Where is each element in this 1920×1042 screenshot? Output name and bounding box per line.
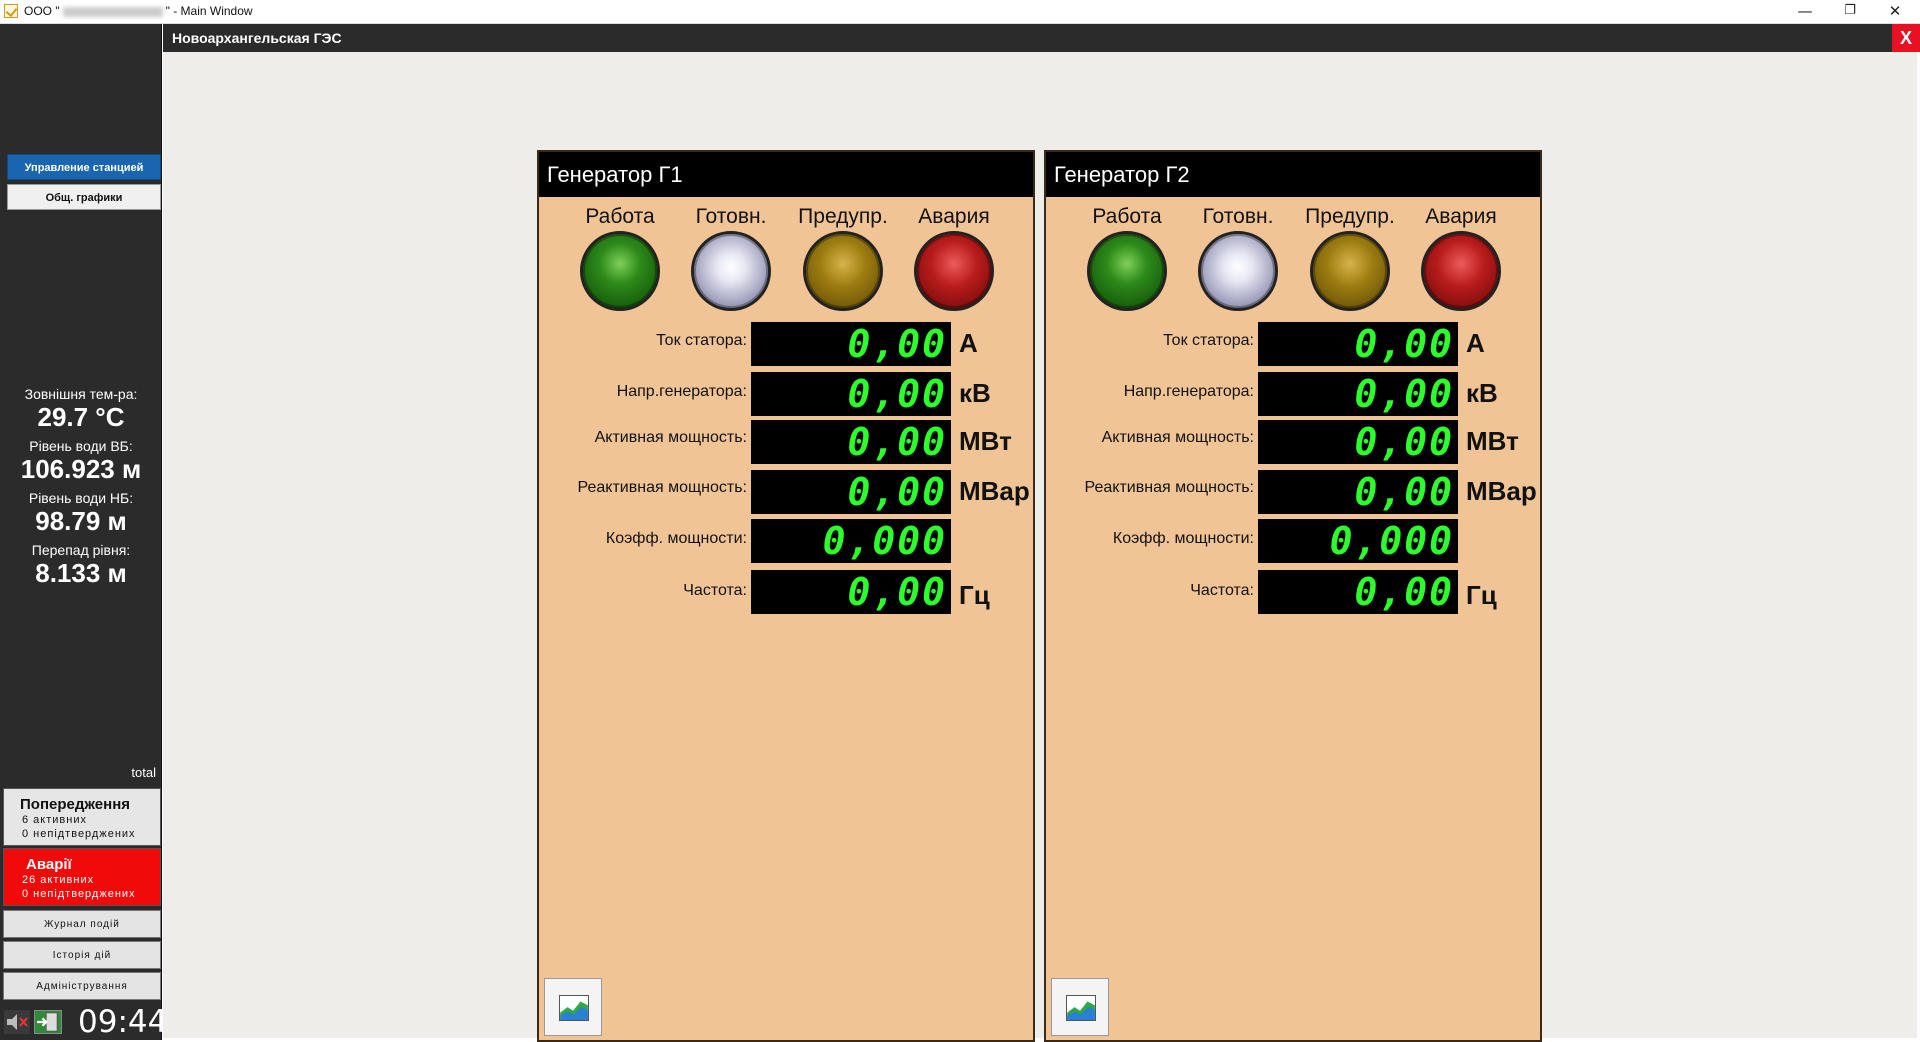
warnings-unconfirmed-count: 0 непідтверджених [22,828,136,840]
alarm-lamp [1421,231,1501,311]
frequency-unit: Гц [959,580,990,610]
outside-temp-value: 29.7 °C [37,402,125,432]
active-power-label: Активная мощность: [594,429,747,446]
administration-button[interactable]: Адміністрування [3,972,161,1000]
generator-title: Генератор Г1 [539,152,1033,197]
warning-lamp [803,231,883,311]
warnings-active-count: 6 активних [22,814,87,826]
lamp-label-warning: Предупр. [798,205,888,228]
stator-current-display: 0,00 [751,322,951,366]
power-factor-display: 0,000 [1258,519,1458,563]
stator-current-label: Ток статора: [656,332,747,349]
reactive-power-unit: МВар [1466,476,1537,506]
frequency-display: 0,00 [1258,570,1458,614]
power-factor-label: Коэфф. мощности: [1112,530,1254,547]
lamp-label-running: Работа [1092,205,1162,228]
active-power-label: Активная мощность: [1101,429,1254,446]
power-factor-display: 0,000 [751,519,951,563]
alarms-title: Аварії [26,856,72,873]
clock: 09:44 [78,1004,168,1040]
warnings-panel[interactable]: Попередження 6 активних 0 непідтверджени… [3,788,161,846]
active-power-unit: МВт [959,426,1012,456]
restore-button[interactable]: ❐ [1827,0,1873,24]
active-power-unit: МВт [1466,426,1519,456]
upstream-level-label: Рівень води ВБ: [29,438,133,454]
station-title: Новоархангельская ГЭС [172,30,342,46]
warnings-title: Попередження [20,796,131,813]
outside-temp-label: Зовнішня тем-ра: [24,386,138,402]
running-lamp [1087,231,1167,311]
running-lamp [580,231,660,311]
frequency-display: 0,00 [751,570,951,614]
alarms-active-count: 26 активних [22,874,95,886]
alarm-lamp [914,231,994,311]
reactive-power-label: Реактивная мощность: [577,479,747,496]
total-label: total [131,765,156,780]
stator-current-unit: А [1466,328,1485,358]
level-difference-value: 8.133 м [35,558,127,588]
generator-voltage-display: 0,00 [751,372,951,416]
trend-chart-button[interactable] [544,978,602,1036]
reactive-power-label: Реактивная мощность: [1084,479,1254,496]
downstream-level-label: Рівень води НБ: [28,490,134,506]
trend-chart-icon [559,995,589,1021]
sound-muted-icon[interactable] [4,1010,30,1034]
downstream-level-value: 98.79 м [35,506,127,536]
minimize-button[interactable]: — [1782,0,1828,24]
upstream-level-value: 106.923 м [20,454,142,484]
app-check-icon [4,4,18,18]
status-bar: 09:44 [0,1002,167,1040]
reactive-power-display: 0,00 [751,470,951,514]
trend-chart-icon [1066,995,1096,1021]
stator-current-display: 0,00 [1258,322,1458,366]
active-power-display: 0,00 [751,420,951,464]
active-power-display: 0,00 [1258,420,1458,464]
lamp-label-ready: Готовн. [695,205,767,228]
generator-voltage-label: Напр.генератора: [1123,383,1254,400]
window-title: ООО " " - Main Window [24,4,253,18]
stator-current-unit: А [959,328,978,358]
stator-current-label: Ток статора: [1163,332,1254,349]
frequency-unit: Гц [1466,580,1497,610]
redacted-company-name [62,6,163,17]
alarms-panel[interactable]: Аварії 26 активних 0 непідтверджених [3,848,161,906]
station-header: Новоархангельская ГЭС X [163,24,1920,52]
reactive-power-unit: МВар [959,476,1030,506]
level-difference-label: Перепад рівня: [31,542,131,558]
frequency-label: Частота: [683,582,747,599]
reactive-power-display: 0,00 [1258,470,1458,514]
generator-panel-g2: Генератор Г2 Работа Готовн. Предупр. Ава… [1044,150,1542,1042]
lamp-label-alarm: Авария [918,205,990,228]
generator-voltage-label: Напр.генератора: [616,383,747,400]
main-area: Генератор Г1 Работа Готовн. Предупр. Ава… [163,52,1917,1042]
trend-chart-button[interactable] [1051,978,1109,1036]
frequency-label: Частота: [1190,582,1254,599]
nav-general-graphs-button[interactable]: Общ. графики [7,184,161,210]
nav-station-control-button[interactable]: Управление станцией [7,154,161,180]
generator-panel-g1: Генератор Г1 Работа Готовн. Предупр. Ава… [537,150,1035,1042]
ready-lamp [1198,231,1278,311]
generator-voltage-display: 0,00 [1258,372,1458,416]
lamp-label-alarm: Авария [1425,205,1497,228]
window-title-bar: ООО " " - Main Window — ❐ ✕ [0,0,1920,24]
lamp-label-ready: Готовн. [1202,205,1274,228]
generator-title: Генератор Г2 [1046,152,1540,197]
generator-voltage-unit: кВ [959,378,991,408]
action-history-button[interactable]: Історія дій [3,941,161,969]
power-factor-label: Коэфф. мощности: [605,530,747,547]
warning-lamp [1310,231,1390,311]
sidebar: Управление станцией Общ. графики Зовнішн… [0,24,167,1040]
close-station-button[interactable]: X [1892,24,1920,52]
generator-voltage-unit: кВ [1466,378,1498,408]
logout-icon[interactable] [34,1010,62,1034]
station-metrics: Зовнішня тем-ра: 29.7 °C Рівень води ВБ:… [0,380,162,588]
lamp-label-running: Работа [585,205,655,228]
window-close-button[interactable]: ✕ [1872,0,1918,24]
ready-lamp [691,231,771,311]
event-log-button[interactable]: Журнал подій [3,910,161,938]
alarms-unconfirmed-count: 0 непідтверджених [22,888,136,900]
lamp-label-warning: Предупр. [1305,205,1395,228]
